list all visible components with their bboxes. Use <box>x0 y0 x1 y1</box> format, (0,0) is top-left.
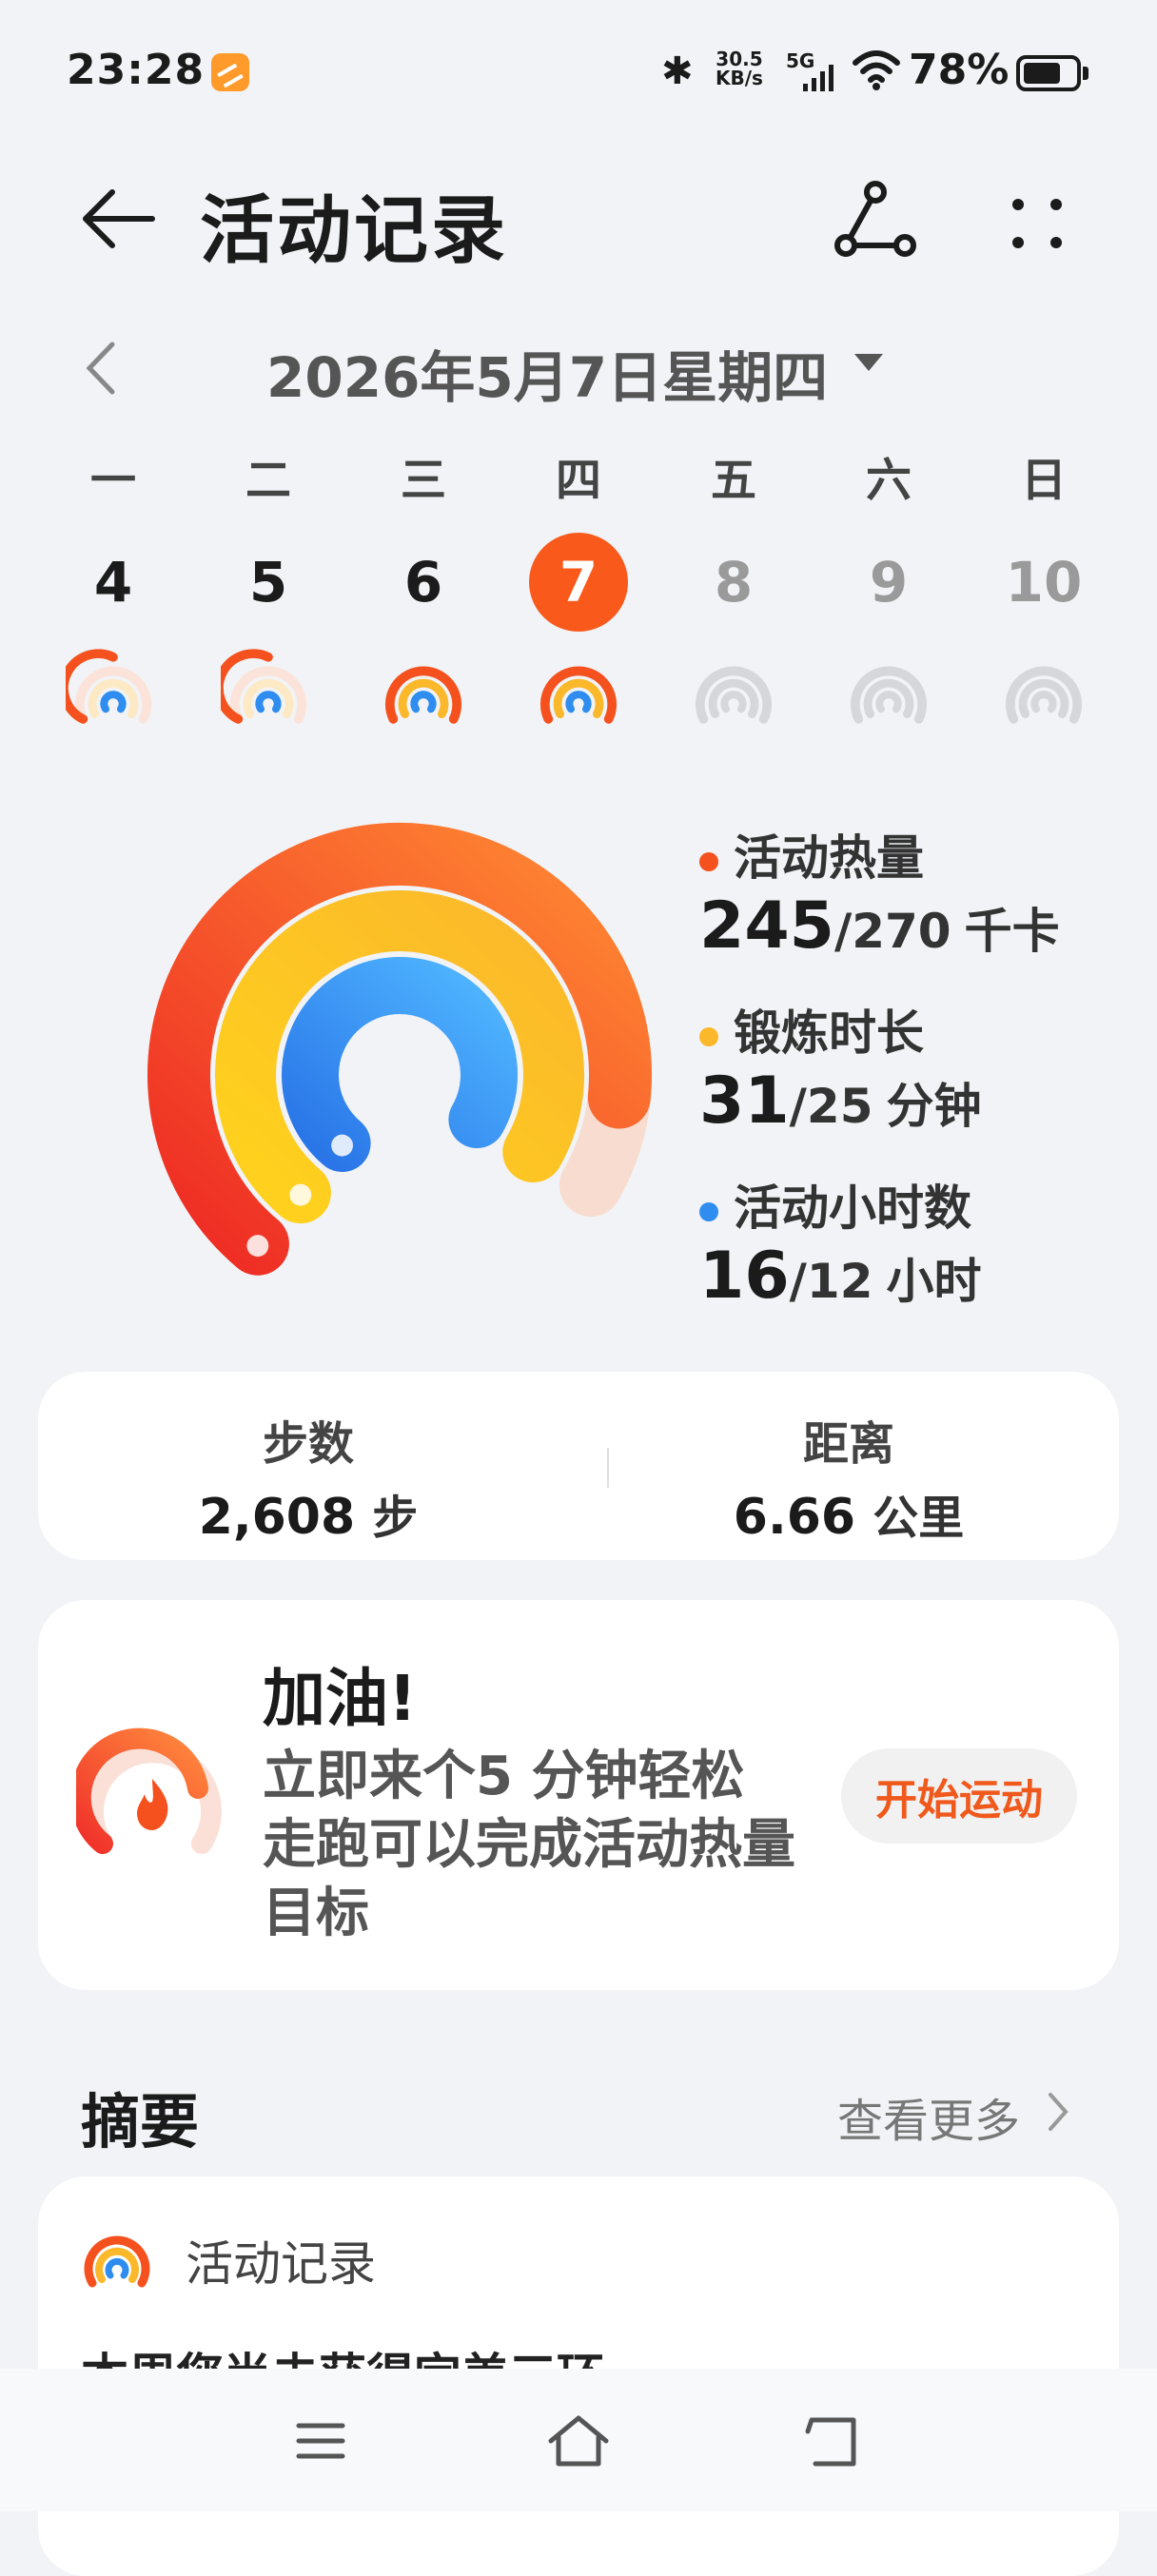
day-5[interactable]: 二5 <box>193 447 343 732</box>
day-7[interactable]: 四7 <box>503 447 654 732</box>
summary-card-title: 活动记录 <box>186 2236 376 2292</box>
flame-icon: ● <box>245 1228 270 1261</box>
calories-ring-flame-icon <box>76 1727 222 1854</box>
recent-apps-icon[interactable] <box>295 2420 346 2462</box>
wifi-icon <box>853 50 900 90</box>
weekday-label: 四 <box>555 454 601 507</box>
day-ring-icon <box>539 666 618 724</box>
status-bar: 23:28 ✱ 30.5 KB/s 5G 78% <box>0 0 1157 143</box>
view-more-link[interactable]: 查看更多 <box>837 2083 1020 2150</box>
day-ring-icon <box>695 666 773 724</box>
legend-exercise: 锻炼时长 31/25 分钟 <box>699 1005 982 1139</box>
exercise-dot <box>699 1026 718 1046</box>
app-notification-icon <box>211 53 249 91</box>
day-ring-icon <box>850 666 928 724</box>
encouragement-heading: 加油! <box>263 1662 418 1735</box>
date-selector[interactable]: 2026年5月7日星期四 <box>266 333 828 413</box>
hours-ring-progress <box>282 957 518 1172</box>
day-8[interactable]: 五8 <box>658 447 809 732</box>
back-arrow-icon[interactable] <box>76 181 162 257</box>
signal-icon <box>803 65 833 91</box>
day-number: 4 <box>93 550 133 615</box>
weekday-label: 日 <box>1020 454 1067 507</box>
standing-person-icon: ● <box>330 1127 355 1161</box>
day-number: 8 <box>714 550 754 615</box>
day-ring-icon <box>66 649 152 724</box>
encouragement-text: 立即来个5 分钟轻松走跑可以完成活动热量目标 <box>263 1746 795 1944</box>
day-4[interactable]: 一4 <box>38 447 188 732</box>
day-9[interactable]: 六9 <box>814 447 964 732</box>
net-speed: 30.5 KB/s <box>716 48 763 89</box>
steps-stat: 步数 2,608 步 <box>198 1417 419 1546</box>
weekday-label: 六 <box>865 454 912 507</box>
share-icon[interactable] <box>833 179 918 264</box>
weekday-label: 二 <box>245 454 291 507</box>
day-number: 9 <box>869 550 909 615</box>
encouragement-card: 加油! 立即来个5 分钟轻松走跑可以完成活动热量目标 开始运动 <box>38 1600 1119 1990</box>
calories-dot <box>699 851 718 871</box>
date-dropdown-icon[interactable] <box>854 354 883 371</box>
back-nav-icon[interactable] <box>804 2414 861 2469</box>
legend-hours: 活动小时数 16/12 小时 <box>699 1181 982 1314</box>
hours-dot <box>699 1201 718 1221</box>
bluetooth-icon: ✱ <box>661 49 694 93</box>
start-workout-button[interactable]: 开始运动 <box>841 1748 1077 1844</box>
day-number: 5 <box>248 550 288 615</box>
chevron-right-icon[interactable] <box>1043 2089 1071 2135</box>
day-ring-icon <box>1005 666 1083 724</box>
activity-rings-icon <box>84 2235 150 2288</box>
battery-percent: 78% <box>909 46 1010 94</box>
week-strip: 一 4 二 5 三 6 四 7 五 8 六 9 日 10 <box>38 447 1119 732</box>
steps-distance-card[interactable]: 步数 2,608 步 距离 6.66 公里 <box>38 1372 1119 1560</box>
runner-icon: ● <box>288 1177 313 1210</box>
legend-calories: 活动热量 245/270 千卡 <box>699 830 1060 964</box>
home-icon[interactable] <box>545 2412 612 2469</box>
weekday-label: 五 <box>710 454 756 507</box>
page-title: 活动记录 <box>200 188 509 274</box>
previous-day-icon[interactable] <box>76 335 124 401</box>
weekday-label: 三 <box>400 454 446 507</box>
summary-title: 摘要 <box>81 2087 200 2156</box>
day-ring-icon <box>221 649 307 724</box>
day-6[interactable]: 三6 <box>348 447 499 732</box>
day-number: 10 <box>1005 550 1083 615</box>
status-time: 23:28 <box>67 46 206 94</box>
more-options-icon[interactable] <box>999 185 1075 262</box>
day-10[interactable]: 日 10 <box>969 447 1119 732</box>
activity-rings: ● ● ● <box>147 822 652 1276</box>
day-ring-icon <box>384 666 462 724</box>
day-number: 7 <box>529 533 628 632</box>
day-number: 6 <box>403 550 443 615</box>
weekday-label: 一 <box>89 454 136 507</box>
battery-icon <box>1016 55 1088 91</box>
distance-stat: 距离 6.66 公里 <box>733 1417 965 1546</box>
